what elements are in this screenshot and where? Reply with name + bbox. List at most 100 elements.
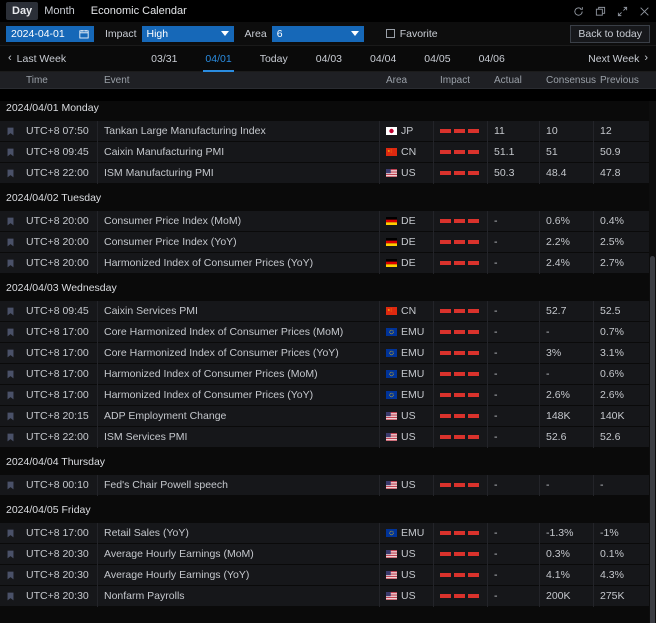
scrollbar-thumb[interactable] (650, 256, 655, 623)
table-row[interactable]: UTC+8 17:00Harmonized Index of Consumer … (0, 385, 656, 406)
table-row[interactable]: UTC+8 17:00Harmonized Index of Consumer … (0, 364, 656, 385)
table-row[interactable]: UTC+8 22:00ISM Manufacturing PMIUS50.348… (0, 163, 656, 184)
table-row[interactable]: UTC+8 07:50Tankan Large Manufacturing In… (0, 121, 656, 142)
impact-bar (440, 483, 451, 487)
bookmark-icon[interactable] (0, 406, 20, 427)
country-flag-icon: US (386, 548, 416, 560)
cell-event: Harmonized Index of Consumer Prices (YoY… (98, 253, 380, 274)
table-row[interactable]: UTC+8 00:10Fed's Chair Powell speechUS--… (0, 475, 656, 496)
column-header-area: Area (380, 75, 434, 86)
bookmark-icon[interactable] (0, 523, 20, 544)
table-row[interactable]: UTC+8 20:30Average Hourly Earnings (MoM)… (0, 544, 656, 565)
impact-level-indicator (440, 372, 479, 376)
day-tab-04-03[interactable]: 04/03 (302, 46, 356, 72)
area-code: EMU (401, 368, 424, 380)
last-week-button[interactable]: ‹ Last Week (8, 53, 66, 65)
view-mode-month[interactable]: Month (38, 2, 81, 20)
next-week-label: Next Week (588, 53, 639, 65)
impact-bar (454, 309, 465, 313)
cell-event: ISM Manufacturing PMI (98, 163, 380, 184)
back-to-today-button[interactable]: Back to today (570, 25, 650, 43)
day-tab-04-05[interactable]: 04/05 (410, 46, 464, 72)
chevron-down-icon (221, 31, 229, 36)
calendar-icon (79, 29, 89, 39)
next-week-button[interactable]: Next Week › (588, 53, 648, 65)
expand-icon[interactable] (617, 6, 628, 17)
table-row[interactable]: UTC+8 09:45Caixin Manufacturing PMI★★★CN… (0, 142, 656, 163)
column-header-consensus: Consensus (540, 75, 594, 86)
refresh-icon[interactable] (573, 6, 584, 17)
table-row[interactable]: UTC+8 20:30Nonfarm PayrollsUS-200K275K (0, 586, 656, 607)
bookmark-icon[interactable] (0, 343, 20, 364)
cell-time: UTC+8 17:00 (20, 343, 98, 364)
cell-area: US (380, 586, 434, 607)
cell-consensus: 2.2% (540, 232, 594, 253)
table-row[interactable]: UTC+8 20:00Consumer Price Index (YoY)DE-… (0, 232, 656, 253)
cell-actual: - (488, 565, 540, 586)
table-row[interactable]: UTC+8 09:45Caixin Services PMI★★★CN-52.7… (0, 301, 656, 322)
day-tab-04-01[interactable]: 04/01 (191, 46, 245, 72)
table-scroll-content: 2024/04/01 MondayUTC+8 07:50Tankan Large… (0, 101, 656, 607)
day-tab-04-06[interactable]: 04/06 (465, 46, 519, 72)
bookmark-icon[interactable] (0, 565, 20, 586)
impact-bar (454, 393, 465, 397)
table-row[interactable]: UTC+8 20:30Average Hourly Earnings (YoY)… (0, 565, 656, 586)
view-mode-day[interactable]: Day (6, 2, 38, 20)
impact-bar (454, 531, 465, 535)
bookmark-icon[interactable] (0, 232, 20, 253)
bookmark-icon[interactable] (0, 163, 20, 184)
cell-actual: - (488, 586, 540, 607)
impact-bar (468, 150, 479, 154)
cell-event: Consumer Price Index (YoY) (98, 232, 380, 253)
country-flag-icon: EMU (386, 527, 424, 539)
bookmark-icon[interactable] (0, 364, 20, 385)
impact-level-indicator (440, 594, 479, 598)
day-tab-03-31[interactable]: 03/31 (137, 46, 191, 72)
cell-area: ★★★CN (380, 142, 434, 163)
cell-consensus: - (540, 364, 594, 385)
bookmark-icon[interactable] (0, 322, 20, 343)
area-select[interactable]: 6 (272, 26, 364, 42)
restore-icon[interactable] (595, 6, 606, 17)
impact-select[interactable]: High (142, 26, 234, 42)
impact-bar (440, 573, 451, 577)
day-tab-today[interactable]: Today (246, 46, 302, 72)
cell-impact (434, 427, 488, 448)
bookmark-icon[interactable] (0, 427, 20, 448)
cell-impact (434, 121, 488, 142)
date-picker[interactable]: 2024-04-01 (6, 26, 94, 42)
bookmark-icon[interactable] (0, 211, 20, 232)
table-row[interactable]: UTC+8 20:00Harmonized Index of Consumer … (0, 253, 656, 274)
close-icon[interactable] (639, 6, 650, 17)
date-group-header: 2024/04/03 Wednesday (0, 274, 656, 301)
bookmark-icon[interactable] (0, 385, 20, 406)
cell-area: EMU (380, 385, 434, 406)
bookmark-icon[interactable] (0, 586, 20, 607)
table-row[interactable]: UTC+8 17:00Core Harmonized Index of Cons… (0, 322, 656, 343)
table-row[interactable]: UTC+8 20:15ADP Employment ChangeUS-148K1… (0, 406, 656, 427)
view-mode-toggle[interactable]: Day Month (6, 2, 81, 20)
bookmark-icon[interactable] (0, 544, 20, 565)
cell-impact (434, 211, 488, 232)
cell-actual: - (488, 232, 540, 253)
table-row[interactable]: UTC+8 17:00Retail Sales (YoY)EMU--1.3%-1… (0, 523, 656, 544)
bookmark-icon[interactable] (0, 475, 20, 496)
impact-bar (440, 309, 451, 313)
table-row[interactable]: UTC+8 17:00Core Harmonized Index of Cons… (0, 343, 656, 364)
bookmark-icon[interactable] (0, 142, 20, 163)
cell-actual: 50.3 (488, 163, 540, 184)
table-row[interactable]: UTC+8 22:00ISM Services PMIUS-52.652.6 (0, 427, 656, 448)
favorite-checkbox[interactable] (386, 29, 395, 38)
cell-impact (434, 385, 488, 406)
impact-bar (454, 552, 465, 556)
table-body[interactable]: 2024/04/01 MondayUTC+8 07:50Tankan Large… (0, 101, 656, 623)
bookmark-icon[interactable] (0, 253, 20, 274)
bookmark-icon[interactable] (0, 301, 20, 322)
bookmark-icon[interactable] (0, 121, 20, 142)
cell-time: UTC+8 07:50 (20, 121, 98, 142)
vertical-scrollbar[interactable] (649, 101, 656, 623)
favorite-filter[interactable]: Favorite (386, 28, 438, 40)
table-row[interactable]: UTC+8 20:00Consumer Price Index (MoM)DE-… (0, 211, 656, 232)
day-tab-04-04[interactable]: 04/04 (356, 46, 410, 72)
cell-event: Harmonized Index of Consumer Prices (YoY… (98, 385, 380, 406)
